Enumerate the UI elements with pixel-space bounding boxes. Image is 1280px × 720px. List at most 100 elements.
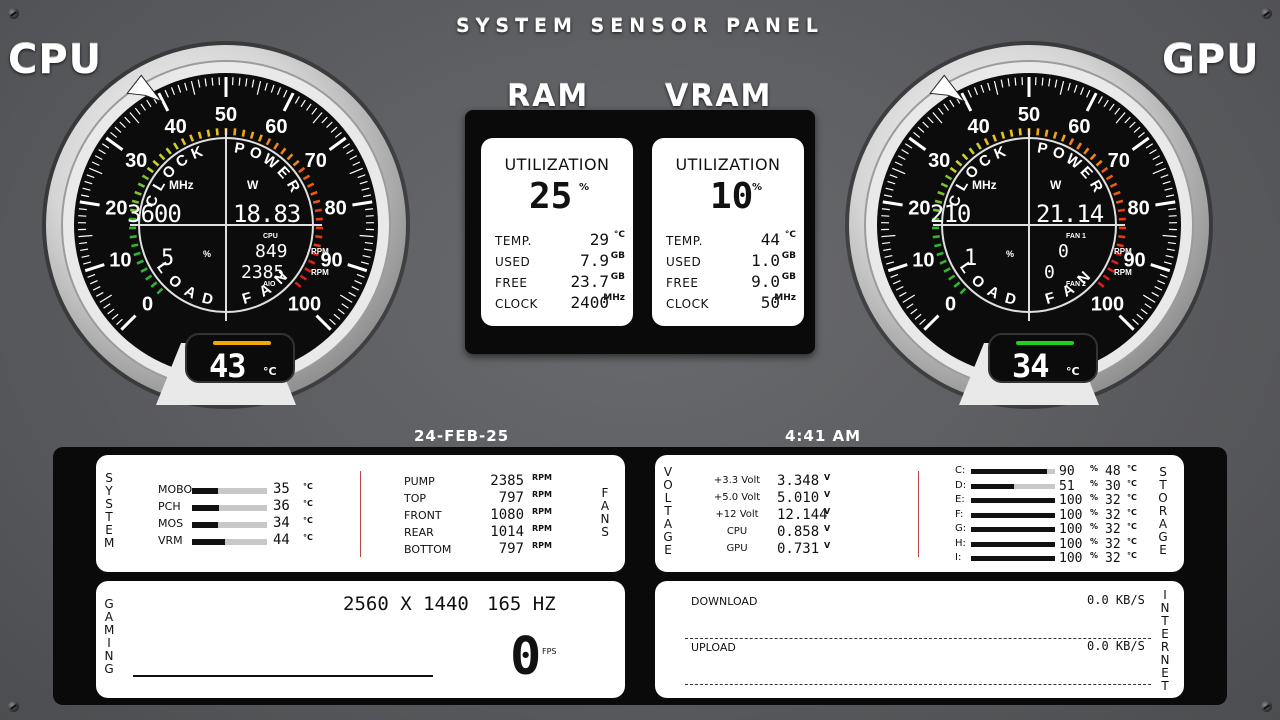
gpu-gauge-scale-label: 70 xyxy=(1108,150,1130,172)
cpu-gauge-arc-segment xyxy=(206,129,211,137)
gaming-vertical-label: GAMING xyxy=(104,597,115,676)
cpu-temp-box: 43 °C xyxy=(185,333,295,385)
storage-usage-bar xyxy=(971,541,1055,547)
gpu-power-value: 21.14 xyxy=(1036,200,1104,228)
system-sensor-row: PCH 36 °C xyxy=(158,498,313,515)
ram-utilization-unit: % xyxy=(579,182,590,193)
download-graph-line xyxy=(685,638,1151,639)
gpu-fan1-rpm: RPM xyxy=(1114,247,1132,256)
cpu-gauge-arc-segment xyxy=(313,243,321,248)
storage-usage-bar-fill xyxy=(971,527,1055,532)
vram-row-value: 1.0 xyxy=(751,251,780,270)
storage-usage-bar xyxy=(971,469,1055,474)
ram-utilization-value: 25 xyxy=(529,176,573,217)
resolution-display: 2560 X 1440 xyxy=(343,593,469,615)
gpu-gauge-arc-segment xyxy=(932,234,940,239)
storage-usage-unit: % xyxy=(1090,536,1099,546)
voltage-label: GPU xyxy=(726,543,748,554)
cpu-load-value: 5 xyxy=(161,246,175,271)
cpu-gauge-scale-label: 10 xyxy=(109,249,131,271)
storage-temp-unit: °C xyxy=(1127,493,1137,502)
system-sensor-bar-fill xyxy=(192,488,219,494)
voltage-unit: V xyxy=(824,490,831,499)
system-sensor-row: VRM 44 °C xyxy=(158,532,313,549)
gpu-gauge-arc-segment xyxy=(934,243,942,248)
storage-usage-unit: % xyxy=(1090,551,1099,560)
storage-temp-value: 32 xyxy=(1105,551,1121,566)
vram-row-value: 44 xyxy=(760,230,780,249)
storage-temp-unit: °C xyxy=(1127,536,1137,546)
fan-value: 1014 xyxy=(490,524,524,540)
storage-drive-row: F: 100% 32 °C xyxy=(955,507,1145,523)
storage-usage-unit: % xyxy=(1090,478,1099,488)
gpu-fan1-value: 0 xyxy=(1058,241,1069,262)
cpu-gauge-scale-label: 40 xyxy=(164,116,186,138)
gpu-fan2-rpm: RPM xyxy=(1114,268,1132,277)
ram-row-unit: MHz xyxy=(603,293,625,303)
storage-drive-label: E: xyxy=(955,494,965,505)
storage-vertical-label: STORAGE xyxy=(1158,465,1168,557)
storage-temp-value: 32 xyxy=(1105,493,1121,508)
cpu-load-unit: % xyxy=(203,249,212,259)
ram-row: FREE 23.7 GB xyxy=(495,272,625,292)
storage-usage-unit: % xyxy=(1090,464,1099,473)
voltage-row: CPU 0.858 V xyxy=(699,524,839,540)
cpu-gauge-scale-label: 20 xyxy=(105,198,127,220)
storage-usage-value: 100 xyxy=(1059,507,1083,523)
storage-usage-bar xyxy=(971,512,1055,518)
cpu-gauge-arc-segment xyxy=(233,128,237,136)
cpu-gauge-scale-label: 0 xyxy=(142,293,153,315)
vram-utilization-label: UTILIZATION xyxy=(675,155,781,174)
vram-row-label: USED xyxy=(666,255,702,269)
storage-usage-bar xyxy=(971,483,1055,489)
system-sensor-label: PCH xyxy=(158,500,181,513)
ram-row-unit: GB xyxy=(610,272,625,282)
system-sensor-label: MOS xyxy=(158,517,184,530)
voltage-value: 0.731 xyxy=(777,541,820,557)
fan-label: TOP xyxy=(404,492,427,505)
fps-value: 0 xyxy=(510,627,542,687)
system-sensor-unit: °C xyxy=(303,482,313,491)
storage-usage-unit: % xyxy=(1090,522,1099,531)
gpu-clock-unit: MHz xyxy=(972,178,997,192)
gpu-load-unit: % xyxy=(1006,249,1015,259)
cpu-gauge-arc-segment xyxy=(315,234,323,239)
voltage-vertical-label: VOLTAGE xyxy=(663,465,673,557)
gpu-gauge-scale-label: 10 xyxy=(912,249,934,271)
storage-usage-bar-fill xyxy=(971,556,1055,561)
system-sensor-label: VRM xyxy=(158,534,183,547)
storage-drive-row: C: 90% 48 °C xyxy=(955,464,1145,479)
ram-utilization-label: UTILIZATION xyxy=(504,155,610,174)
system-sensor-bar xyxy=(192,488,267,494)
ram-row: CLOCK 2400 MHz xyxy=(495,293,625,313)
ram-row-value: 23.7 xyxy=(570,272,609,291)
date-display: 24-FEB-25 xyxy=(414,427,510,445)
gpu-gauge-arc-segment xyxy=(1009,129,1014,137)
storage-temp-value: 32 xyxy=(1105,507,1121,523)
ram-label: RAM xyxy=(507,78,590,113)
fan-label: BOTTOM xyxy=(404,543,452,556)
fan-row: TOP 797 RPM xyxy=(404,490,554,506)
gpu-fan1-label: FAN 1 xyxy=(1066,233,1086,240)
gpu-gauge-scale-label: 30 xyxy=(928,150,950,172)
storage-usage-value: 100 xyxy=(1059,551,1083,566)
voltage-value: 0.858 xyxy=(777,524,820,540)
download-label: DOWNLOAD xyxy=(691,595,758,608)
fan-unit: RPM xyxy=(532,490,552,499)
system-fans-card: SYSTEM MOBO 35 °C PCH 36 °C MOS 34 °C VRM 44 °C PUM… xyxy=(96,455,625,572)
fan-label: PUMP xyxy=(404,475,435,488)
system-sensor-label: MOBO xyxy=(158,483,193,496)
storage-temp-unit: °C xyxy=(1127,551,1137,560)
storage-drive-row: D: 51% 30 °C xyxy=(955,478,1145,494)
gpu-gauge-arc-segment xyxy=(1118,234,1126,239)
gpu-gauge-tick xyxy=(1168,215,1177,217)
divider xyxy=(918,471,919,557)
gpu-gauge-arc-segment xyxy=(1117,208,1126,213)
fan-unit: RPM xyxy=(532,524,552,533)
cpu-power-unit: W xyxy=(247,178,259,192)
cpu-gauge-arc-segment xyxy=(129,234,137,239)
storage-drive-label: I: xyxy=(955,552,962,563)
storage-usage-bar-fill xyxy=(971,483,1014,489)
storage-drive-label: D: xyxy=(955,479,967,491)
fan-row: REAR 1014 RPM xyxy=(404,524,554,540)
